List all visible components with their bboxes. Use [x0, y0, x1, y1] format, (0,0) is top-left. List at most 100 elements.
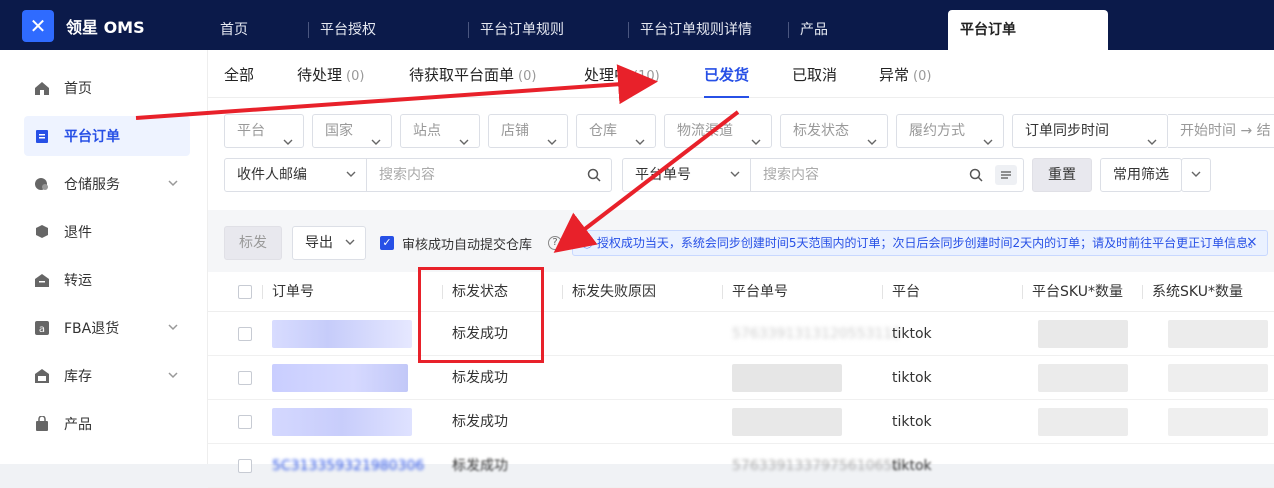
row-checkbox[interactable]: [238, 327, 252, 341]
zip-search-input[interactable]: 搜索内容: [379, 159, 435, 191]
status-tabs: 全部 待处理 (0) 待获取平台面单 (0) 处理中 (10) 已发货 已取消 异常(…: [208, 50, 1274, 98]
top-tab-auth[interactable]: 平台授权: [308, 10, 468, 50]
chevron-down-icon: [168, 372, 178, 379]
th-system-sku: 系统SKU*数量: [1142, 272, 1243, 312]
main-content: 全部 待处理 (0) 待获取平台面单 (0) 处理中 (10) 已发货 已取消 异常(…: [208, 50, 1274, 488]
top-tab-rule-detail[interactable]: 平台订单规则详情: [628, 10, 788, 50]
chevron-down-icon: [346, 159, 356, 191]
sidebar-item-label: 库存: [64, 369, 92, 385]
biaofa-status: 标发成功: [452, 414, 508, 430]
sidebar-item-label: 转运: [64, 273, 92, 289]
th-platform: 平台: [882, 272, 920, 312]
row-checkbox[interactable]: [238, 371, 252, 385]
platform-no-redacted: [732, 364, 842, 392]
country-select[interactable]: 国家: [312, 114, 392, 148]
sidebar-item-returns[interactable]: 退件: [24, 212, 190, 252]
orders-table: 订单号 标发状态 标发失败原因 平台单号 平台 平台SKU*数量 系统SKU*数…: [208, 272, 1274, 488]
order-no-redacted: [272, 320, 412, 348]
biaofa-status: 标发成功: [452, 458, 508, 474]
top-tab-home[interactable]: 首页: [208, 10, 308, 50]
sidebar-item-platform-order[interactable]: 平台订单: [24, 116, 190, 156]
platform: tiktok: [892, 414, 932, 430]
site-select[interactable]: 站点: [400, 114, 480, 148]
zip-search[interactable]: 收件人邮编 搜索内容: [224, 158, 612, 192]
sidebar-item-product[interactable]: 产品: [24, 404, 190, 444]
platform: tiktok: [892, 370, 932, 386]
top-tab-platform-order[interactable]: 平台订单: [948, 10, 1108, 50]
table-row[interactable]: 5C313359321980306 标发成功 57633913379756106…: [208, 444, 1274, 488]
row-checkbox[interactable]: [238, 415, 252, 429]
order-no-search-input[interactable]: 搜索内容: [763, 159, 819, 191]
status-tab-shipped[interactable]: 已发货: [704, 64, 750, 98]
help-icon[interactable]: ?: [548, 236, 562, 250]
sidebar: 首页 平台订单 仓储服务 退件 转运 a FBA退货 库存 产品: [0, 50, 208, 464]
date-range-input[interactable]: 开始时间 → 结: [1168, 114, 1274, 148]
row-checkbox[interactable]: [238, 459, 252, 473]
chevron-down-icon: [751, 127, 761, 159]
sidebar-item-inventory[interactable]: 库存: [24, 356, 190, 396]
platform-select[interactable]: 平台: [224, 114, 304, 148]
top-tab-product[interactable]: 产品: [788, 10, 948, 50]
app-brand: 领星 OMS: [66, 18, 145, 37]
info-notice: ⓘ 授权成功当天，系统会同步创建时间5天范围内的订单；次日后会同步创建时间2天内…: [572, 230, 1268, 256]
sku-redacted: [1168, 364, 1268, 392]
transfer-icon: [34, 272, 50, 288]
common-filter-button[interactable]: 常用筛选: [1100, 158, 1182, 192]
logistics-select[interactable]: 物流渠道: [664, 114, 772, 148]
sidebar-item-home[interactable]: 首页: [24, 68, 190, 108]
order-no-search[interactable]: 平台单号 搜索内容: [622, 158, 1024, 192]
search-icon[interactable]: [587, 168, 601, 186]
chevron-down-icon: [1191, 171, 1201, 177]
chevron-down-icon: [168, 324, 178, 331]
sidebar-item-label: 平台订单: [64, 129, 120, 145]
select-all-checkbox[interactable]: [238, 285, 252, 299]
table-row[interactable]: 标发成功 tiktok: [208, 400, 1274, 444]
reset-button[interactable]: 重置: [1032, 158, 1092, 192]
store-select[interactable]: 店铺: [488, 114, 568, 148]
common-filter-dropdown[interactable]: [1181, 158, 1211, 192]
order-no-select[interactable]: 平台单号: [623, 159, 751, 191]
search-icon[interactable]: [969, 168, 983, 186]
status-tab-pending[interactable]: 待处理 (0): [297, 64, 364, 98]
chevron-down-icon: [345, 227, 355, 259]
export-button[interactable]: 导出: [292, 226, 366, 260]
clipboard-icon: [34, 128, 50, 144]
sku-redacted: [1038, 408, 1128, 436]
fulfillment-select[interactable]: 履约方式: [896, 114, 1004, 148]
chevron-down-icon: [371, 127, 381, 159]
chevron-down-icon: [730, 159, 740, 191]
warehouse-select[interactable]: 仓库: [576, 114, 656, 148]
chevron-down-icon: [459, 127, 469, 159]
order-no-redacted: [272, 408, 412, 436]
amazon-icon: a: [34, 320, 50, 336]
chevron-down-icon: [635, 127, 645, 159]
th-platform-no: 平台单号: [722, 272, 788, 312]
chevron-down-icon: [168, 180, 178, 187]
status-tab-processing[interactable]: 处理中 (10): [584, 64, 660, 98]
sidebar-item-fba-returns[interactable]: a FBA退货: [24, 308, 190, 348]
status-tab-exception[interactable]: 异常 (0): [879, 64, 931, 98]
table-row[interactable]: 标发成功 5763391313120553112 tiktok: [208, 312, 1274, 356]
biaofa-button[interactable]: 标发: [224, 226, 282, 260]
status-tab-all[interactable]: 全部: [224, 64, 254, 98]
sidebar-item-warehouse[interactable]: 仓储服务: [24, 164, 190, 204]
close-notice-icon[interactable]: ×: [1246, 234, 1258, 250]
sidebar-item-transfer[interactable]: 转运: [24, 260, 190, 300]
status-tab-awaiting-label[interactable]: 待获取平台面单 (0): [409, 64, 536, 98]
sidebar-item-label: 产品: [64, 417, 92, 433]
bag-icon: [34, 416, 50, 432]
sidebar-item-label: 首页: [64, 81, 92, 97]
multi-line-icon[interactable]: [995, 165, 1017, 185]
biaofa-status-select[interactable]: 标发状态: [780, 114, 888, 148]
table-row[interactable]: 标发成功 tiktok: [208, 356, 1274, 400]
logo-icon: ✕: [22, 10, 54, 42]
top-tab-rules[interactable]: 平台订单规则: [468, 10, 628, 50]
order-no[interactable]: 5C313359321980306: [272, 444, 424, 488]
status-tab-cancelled[interactable]: 已取消: [792, 64, 837, 98]
auto-submit-checkbox[interactable]: ✓: [380, 236, 394, 250]
zip-select[interactable]: 收件人邮编: [225, 159, 367, 191]
result-area: 标发 导出 ✓ 审核成功自动提交仓库 ? ⓘ 授权成功当天，系统会同步创建时间5…: [208, 210, 1274, 488]
chevron-down-icon: [983, 127, 993, 159]
sync-time-select[interactable]: 订单同步时间: [1012, 114, 1168, 148]
platform: tiktok: [892, 326, 932, 342]
